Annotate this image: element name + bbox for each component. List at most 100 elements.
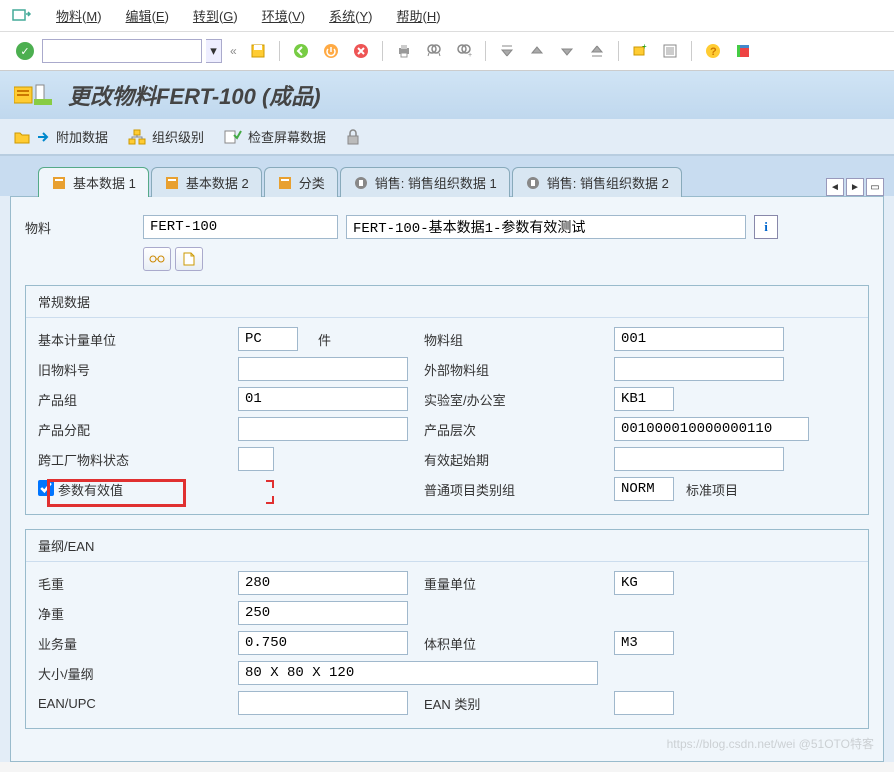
- prev-page-button[interactable]: [524, 38, 550, 64]
- menu-goto[interactable]: 转到(G): [193, 6, 238, 25]
- tab-scroll-left[interactable]: ◄: [826, 178, 844, 196]
- item-category-input[interactable]: [614, 477, 674, 501]
- group-dimensions-title: 量纲/EAN: [26, 530, 868, 562]
- help-button[interactable]: ?: [700, 38, 726, 64]
- ean-category-label: EAN 类别: [424, 694, 614, 713]
- volume-input[interactable]: [238, 631, 408, 655]
- tab-basic-data-2[interactable]: 基本数据 2: [151, 167, 262, 197]
- ean-upc-label: EAN/UPC: [38, 696, 238, 711]
- watermark: https://blog.csdn.net/wei @51OTO特客: [667, 735, 874, 752]
- product-group-input[interactable]: [238, 387, 408, 411]
- chevrons-icon: «: [230, 44, 237, 58]
- command-field[interactable]: [42, 39, 202, 63]
- hierarchy-icon: [128, 129, 146, 145]
- weight-unit-input[interactable]: [614, 571, 674, 595]
- next-page-button[interactable]: [554, 38, 580, 64]
- link-button[interactable]: [143, 247, 171, 271]
- tab-basic-data-1[interactable]: 基本数据 1: [38, 167, 149, 197]
- volume-label: 业务量: [38, 634, 238, 653]
- additional-data-button[interactable]: 附加数据: [14, 127, 108, 146]
- size-dims-label: 大小/量纲: [38, 664, 238, 683]
- ext-material-group-input[interactable]: [614, 357, 784, 381]
- product-alloc-label: 产品分配: [38, 420, 238, 439]
- tab-sales-org-2[interactable]: 销售: 销售组织数据 2: [512, 167, 682, 197]
- size-dims-input[interactable]: [238, 661, 598, 685]
- exit-button[interactable]: [318, 38, 344, 64]
- tab-scroll-right[interactable]: ►: [846, 178, 864, 196]
- command-dropdown[interactable]: ▾: [206, 39, 222, 63]
- param-valid-label: 参数有效值: [58, 480, 424, 499]
- lab-office-input[interactable]: [614, 387, 674, 411]
- print-button[interactable]: [391, 38, 417, 64]
- param-valid-checkbox[interactable]: [38, 480, 54, 496]
- item-category-text: 标准项目: [686, 480, 738, 499]
- tab-icon: [277, 175, 293, 191]
- first-page-button[interactable]: [494, 38, 520, 64]
- tab-sales-org-1[interactable]: 销售: 销售组织数据 1: [340, 167, 510, 197]
- tab-list-button[interactable]: ▭: [866, 178, 884, 196]
- new-session-button[interactable]: +: [627, 38, 653, 64]
- layout-button[interactable]: [730, 38, 756, 64]
- material-code-input[interactable]: [143, 215, 338, 239]
- svg-text:?: ?: [710, 46, 717, 58]
- ean-category-input[interactable]: [614, 691, 674, 715]
- tab-icon: [164, 175, 180, 191]
- net-weight-label: 净重: [38, 604, 238, 623]
- menu-overflow-icon[interactable]: [12, 8, 32, 24]
- cancel-button[interactable]: [348, 38, 374, 64]
- ean-upc-input[interactable]: [238, 691, 408, 715]
- svg-text:+: +: [642, 43, 647, 51]
- cross-plant-status-label: 跨工厂物料状态: [38, 450, 238, 469]
- ext-material-group-label: 外部物料组: [424, 360, 614, 379]
- menu-edit[interactable]: 编辑(E): [126, 6, 169, 25]
- page-title: 更改物料FERT-100 (成品): [68, 79, 321, 111]
- info-button[interactable]: i: [754, 215, 778, 239]
- cross-plant-status-input[interactable]: [238, 447, 274, 471]
- material-desc-input[interactable]: [346, 215, 746, 239]
- glasses-icon: [149, 252, 165, 266]
- lock-icon: [346, 129, 360, 145]
- last-page-button[interactable]: [584, 38, 610, 64]
- arrow-right-icon: [36, 130, 50, 144]
- net-weight-input[interactable]: [238, 601, 408, 625]
- volume-unit-input[interactable]: [614, 631, 674, 655]
- ok-button[interactable]: ✓: [12, 38, 38, 64]
- product-hierarchy-input[interactable]: [614, 417, 809, 441]
- save-button[interactable]: [245, 38, 271, 64]
- material-label: 物料: [25, 218, 135, 237]
- find-button[interactable]: [421, 38, 447, 64]
- back-button[interactable]: [288, 38, 314, 64]
- menu-system[interactable]: 系统(Y): [329, 6, 372, 25]
- gross-weight-input[interactable]: [238, 571, 408, 595]
- weight-unit-label: 重量单位: [424, 574, 614, 593]
- lock-button[interactable]: [346, 129, 360, 145]
- group-general-title: 常规数据: [26, 286, 868, 318]
- menu-help[interactable]: 帮助(H): [397, 6, 441, 25]
- old-material-label: 旧物料号: [38, 360, 238, 379]
- tab-icon: [353, 175, 369, 191]
- find-next-button[interactable]: +: [451, 38, 477, 64]
- check-screen-button[interactable]: 检查屏幕数据: [224, 127, 326, 146]
- valid-from-input[interactable]: [614, 447, 784, 471]
- valid-from-label: 有效起始期: [424, 450, 614, 469]
- svg-text:+: +: [468, 52, 472, 59]
- folder-icon: [14, 129, 30, 145]
- base-uom-input[interactable]: [238, 327, 298, 351]
- tab-icon: [51, 175, 67, 191]
- gross-weight-label: 毛重: [38, 574, 238, 593]
- menu-material[interactable]: 物料(M): [56, 6, 102, 25]
- document-button[interactable]: [175, 247, 203, 271]
- item-category-label: 普通项目类别组: [424, 480, 614, 499]
- menu-environment[interactable]: 环境(V): [262, 6, 305, 25]
- check-data-icon: [224, 129, 242, 145]
- org-levels-button[interactable]: 组织级别: [128, 127, 204, 146]
- material-group-input[interactable]: [614, 327, 784, 351]
- old-material-input[interactable]: [238, 357, 408, 381]
- shortcut-button[interactable]: [657, 38, 683, 64]
- highlight-ticks: [260, 480, 274, 504]
- title-icon: [14, 83, 54, 107]
- product-alloc-input[interactable]: [238, 417, 408, 441]
- product-hierarchy-label: 产品层次: [424, 420, 614, 439]
- page-icon: [183, 252, 195, 266]
- tab-classification[interactable]: 分类: [264, 167, 338, 197]
